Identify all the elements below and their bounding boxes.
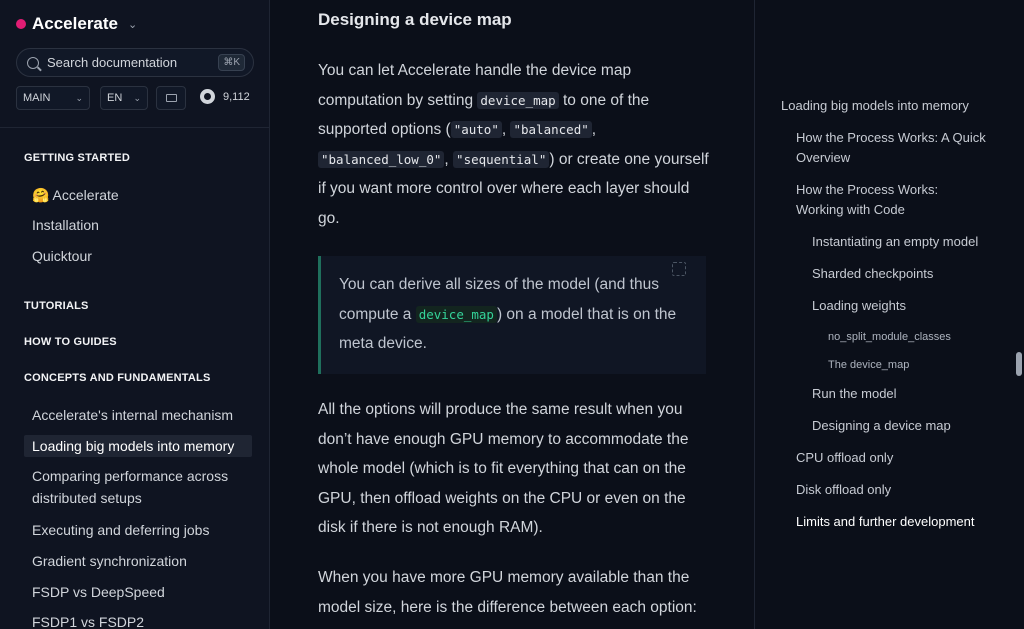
version-select[interactable]: MAIN ⌄ <box>16 86 90 110</box>
sidebar: Accelerate ⌄ Search documentation ⌘K MAI… <box>0 0 270 629</box>
chevron-down-icon: ⌄ <box>128 18 138 31</box>
github-stars: 9,112 <box>223 90 250 103</box>
scrollbar-thumb[interactable] <box>1016 352 1022 376</box>
inline-code: device_map <box>477 91 559 109</box>
sidebar-divider <box>0 127 269 128</box>
tip-text: You can derive all sizes of the model (a… <box>339 270 688 359</box>
search-placeholder: Search documentation <box>47 55 178 70</box>
monitor-icon <box>165 94 177 102</box>
toc-item-no-split[interactable]: no_split_module_classes <box>828 327 951 347</box>
toc-item-how-code[interactable]: How the Process Works: Working with Code <box>796 180 956 220</box>
sidebar-item-installation[interactable]: Installation <box>32 214 252 236</box>
sidebar-item-fsdp1-fsdp2[interactable]: FSDP1 vs FSDP2 <box>32 611 252 629</box>
section-concepts[interactable]: CONCEPTS AND FUNDAMENTALS <box>24 372 211 384</box>
inline-code: "balanced_low_0" <box>318 150 445 168</box>
inline-code: device_map <box>415 305 497 323</box>
sidebar-item-executing[interactable]: Executing and deferring jobs <box>32 519 252 541</box>
copy-icon[interactable] <box>672 262 686 276</box>
search-input[interactable]: Search documentation ⌘K <box>16 48 254 77</box>
chevron-down-icon: ⌄ <box>133 92 141 103</box>
inline-code: "auto" <box>450 121 502 138</box>
github-icon <box>200 89 215 104</box>
toc-item-loading-weights[interactable]: Loading weights <box>812 296 906 316</box>
sidebar-item-accelerate[interactable]: 🤗 Accelerate <box>32 184 252 206</box>
table-of-contents: Loading big models into memory How the P… <box>754 0 1024 629</box>
search-icon <box>27 56 39 69</box>
toc-item-run-model[interactable]: Run the model <box>812 384 897 404</box>
sidebar-item-big-models[interactable]: Loading big models into memory <box>24 435 252 457</box>
section-heading: Designing a device map <box>318 10 512 29</box>
section-tutorials[interactable]: TUTORIALS <box>24 300 89 312</box>
inline-code: "balanced" <box>510 121 592 138</box>
chevron-down-icon: ⌄ <box>75 92 83 103</box>
paragraph-more-memory: When you have more GPU memory available … <box>318 569 697 616</box>
brand-logo-icon <box>16 19 26 29</box>
language-select[interactable]: EN ⌄ <box>100 86 148 110</box>
toc-item-sharded[interactable]: Sharded checkpoints <box>812 264 933 284</box>
section-how-to-guides[interactable]: HOW TO GUIDES <box>24 336 117 348</box>
toc-item-big-models[interactable]: Loading big models into memory <box>781 96 969 116</box>
text: , <box>444 150 454 168</box>
language-select-value: EN <box>107 92 123 104</box>
tip-callout: You can derive all sizes of the model (a… <box>318 256 706 374</box>
brand-name: Accelerate <box>32 14 119 33</box>
toc-item-device-map[interactable]: The device_map <box>828 355 909 375</box>
main-content: Designing a device map You can let Accel… <box>270 0 754 629</box>
brand-menu[interactable]: Accelerate ⌄ <box>16 14 137 34</box>
toc-item-empty-model[interactable]: Instantiating an empty model <box>812 232 978 252</box>
paragraph-options: All the options will produce the same re… <box>318 401 689 536</box>
paragraph-device-map: You can let Accelerate handle the device… <box>318 56 710 233</box>
section-getting-started[interactable]: GETTING STARTED <box>24 152 130 164</box>
github-link[interactable]: 9,112 <box>200 89 250 104</box>
sidebar-item-gradient-sync[interactable]: Gradient synchronization <box>32 550 252 572</box>
inline-code: "sequential" <box>453 150 550 168</box>
toc-item-designing[interactable]: Designing a device map <box>812 416 951 436</box>
toc-item-how-quick[interactable]: How the Process Works: A Quick Overview <box>796 128 996 168</box>
toc-item-cpu-offload[interactable]: CPU offload only <box>796 448 893 468</box>
search-shortcut: ⌘K <box>218 54 245 71</box>
toc-item-disk-offload[interactable]: Disk offload only <box>796 480 891 500</box>
sidebar-item-quicktour[interactable]: Quicktour <box>32 245 252 267</box>
text: , <box>591 121 597 138</box>
sidebar-item-internal-mechanism[interactable]: Accelerate's internal mechanism <box>32 404 252 426</box>
sidebar-item-fsdp-deepspeed[interactable]: FSDP vs DeepSpeed <box>32 581 252 603</box>
sidebar-item-comparing[interactable]: Comparing performance across distributed… <box>32 465 252 509</box>
theme-toggle-button[interactable] <box>156 86 186 110</box>
version-select-value: MAIN <box>23 92 51 104</box>
toc-item-limits[interactable]: Limits and further development <box>796 512 974 532</box>
